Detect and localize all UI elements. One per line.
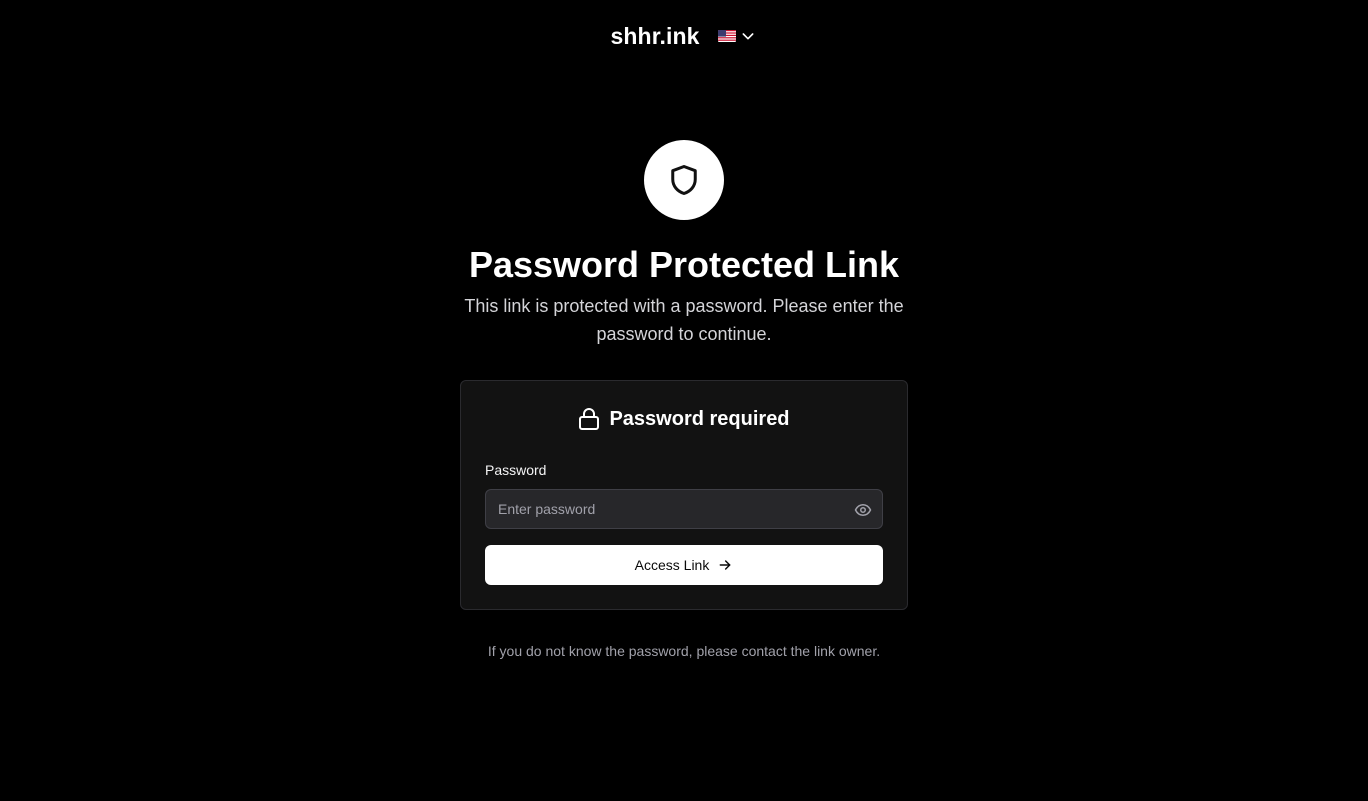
password-field <box>485 489 883 529</box>
us-flag-icon <box>717 30 736 42</box>
shield-badge <box>644 140 724 220</box>
brand-logo-text[interactable]: shhr.ink <box>611 23 700 50</box>
lock-icon <box>579 408 600 430</box>
password-card: Password required Password Access Link <box>460 380 908 610</box>
top-header: shhr.ink <box>0 18 1368 54</box>
language-selector[interactable] <box>716 26 758 46</box>
card-title: Password required <box>609 407 790 430</box>
page-title: Password Protected Link <box>468 244 900 285</box>
access-link-label: Access Link <box>634 557 710 573</box>
password-label: Password <box>485 462 547 478</box>
page-subtitle: This link is protected with a password. … <box>464 296 904 344</box>
card-header: Password required <box>461 407 907 431</box>
help-note: If you do not know the password, please … <box>487 643 881 659</box>
access-link-button[interactable]: Access Link <box>485 545 883 585</box>
shield-icon <box>671 165 697 195</box>
eye-icon[interactable] <box>854 501 872 519</box>
arrow-right-icon <box>719 560 731 570</box>
password-input[interactable] <box>486 490 882 528</box>
chevron-down-icon <box>742 33 753 40</box>
